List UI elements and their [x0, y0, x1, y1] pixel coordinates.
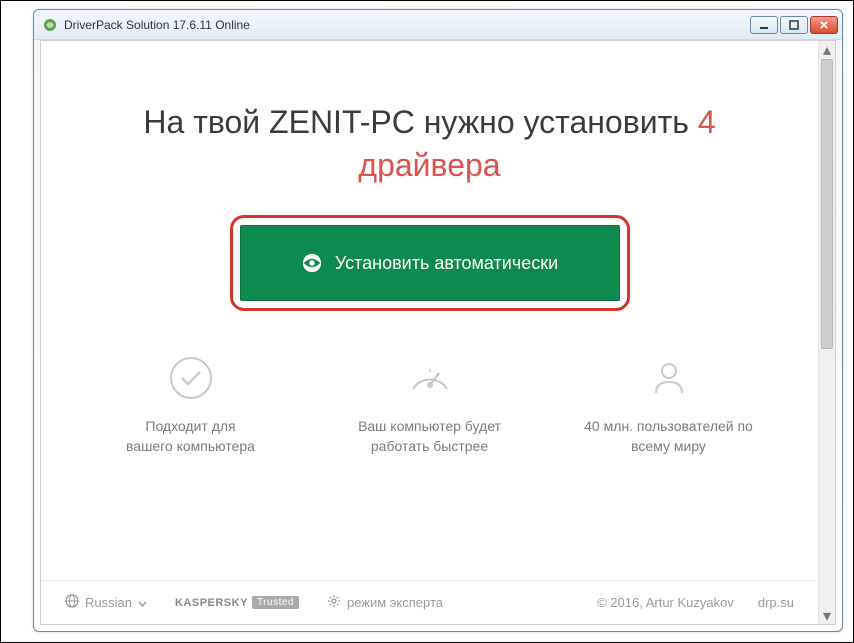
- site-link[interactable]: drp.su: [758, 595, 794, 610]
- footer: Russian KASPERSKY Trusted режим экспер: [41, 580, 818, 624]
- gear-icon: [327, 594, 341, 611]
- feature-users: 40 млн. пользователей по всему миру: [549, 355, 788, 456]
- feature-line2: работать быстрее: [310, 437, 549, 457]
- trusted-badge: Trusted: [252, 596, 299, 609]
- minimize-button[interactable]: [750, 16, 778, 34]
- kaspersky-trusted-badge: KASPERSKY Trusted: [175, 596, 299, 609]
- expert-mode-link[interactable]: режим эксперта: [327, 594, 443, 611]
- scroll-down-arrow-icon[interactable]: ▾: [819, 607, 835, 624]
- headline-prefix: На твой: [143, 104, 269, 140]
- app-icon: [42, 17, 58, 33]
- user-icon: [646, 355, 692, 401]
- close-button[interactable]: [810, 16, 838, 34]
- driverpack-badge-icon: [301, 252, 323, 274]
- headline-pcname: ZENIT-PC: [269, 104, 415, 140]
- scroll-up-arrow-icon[interactable]: ▴: [819, 41, 835, 58]
- install-auto-button[interactable]: Установить автоматически: [240, 225, 620, 301]
- feature-faster: Ваш компьютер будет работать быстрее: [310, 355, 549, 456]
- globe-icon: [65, 594, 79, 611]
- install-button-highlight: Установить автоматически: [230, 215, 630, 311]
- window-title: DriverPack Solution 17.6.11 Online: [64, 18, 250, 32]
- kaspersky-brand: KASPERSKY: [175, 597, 248, 609]
- feature-line1: Ваш компьютер будет: [310, 417, 549, 437]
- headline: На твой ZENIT-PC нужно установить 4 драй…: [41, 101, 818, 187]
- headline-count: 4: [698, 104, 716, 140]
- language-selector[interactable]: Russian: [65, 594, 147, 611]
- chevron-down-icon: [138, 595, 147, 610]
- vertical-scrollbar[interactable]: ▴ ▾: [818, 41, 835, 624]
- titlebar: DriverPack Solution 17.6.11 Online: [34, 10, 842, 40]
- scrollbar-thumb[interactable]: [821, 59, 833, 349]
- headline-suffix: драйвера: [358, 147, 500, 183]
- feature-line2: вашего компьютера: [71, 437, 310, 457]
- feature-line1: Подходит для: [71, 417, 310, 437]
- feature-compatible: Подходит для вашего компьютера: [71, 355, 310, 456]
- copyright-text: © 2016, Artur Kuzyakov: [597, 595, 734, 610]
- feature-line2: всему миру: [549, 437, 788, 457]
- feature-line1: 40 млн. пользователей по: [549, 417, 788, 437]
- headline-mid: нужно установить: [415, 104, 698, 140]
- expert-mode-label: режим эксперта: [347, 595, 443, 610]
- install-button-label: Установить автоматически: [335, 253, 558, 274]
- language-label: Russian: [85, 595, 132, 610]
- check-circle-icon: [168, 355, 214, 401]
- gauge-icon: [407, 355, 453, 401]
- maximize-button[interactable]: [780, 16, 808, 34]
- features-row: Подходит для вашего компьютера Ваш компь…: [41, 355, 818, 456]
- application-window: DriverPack Solution 17.6.11 Online На тв…: [33, 9, 843, 632]
- main-content: На твой ZENIT-PC нужно установить 4 драй…: [41, 41, 818, 624]
